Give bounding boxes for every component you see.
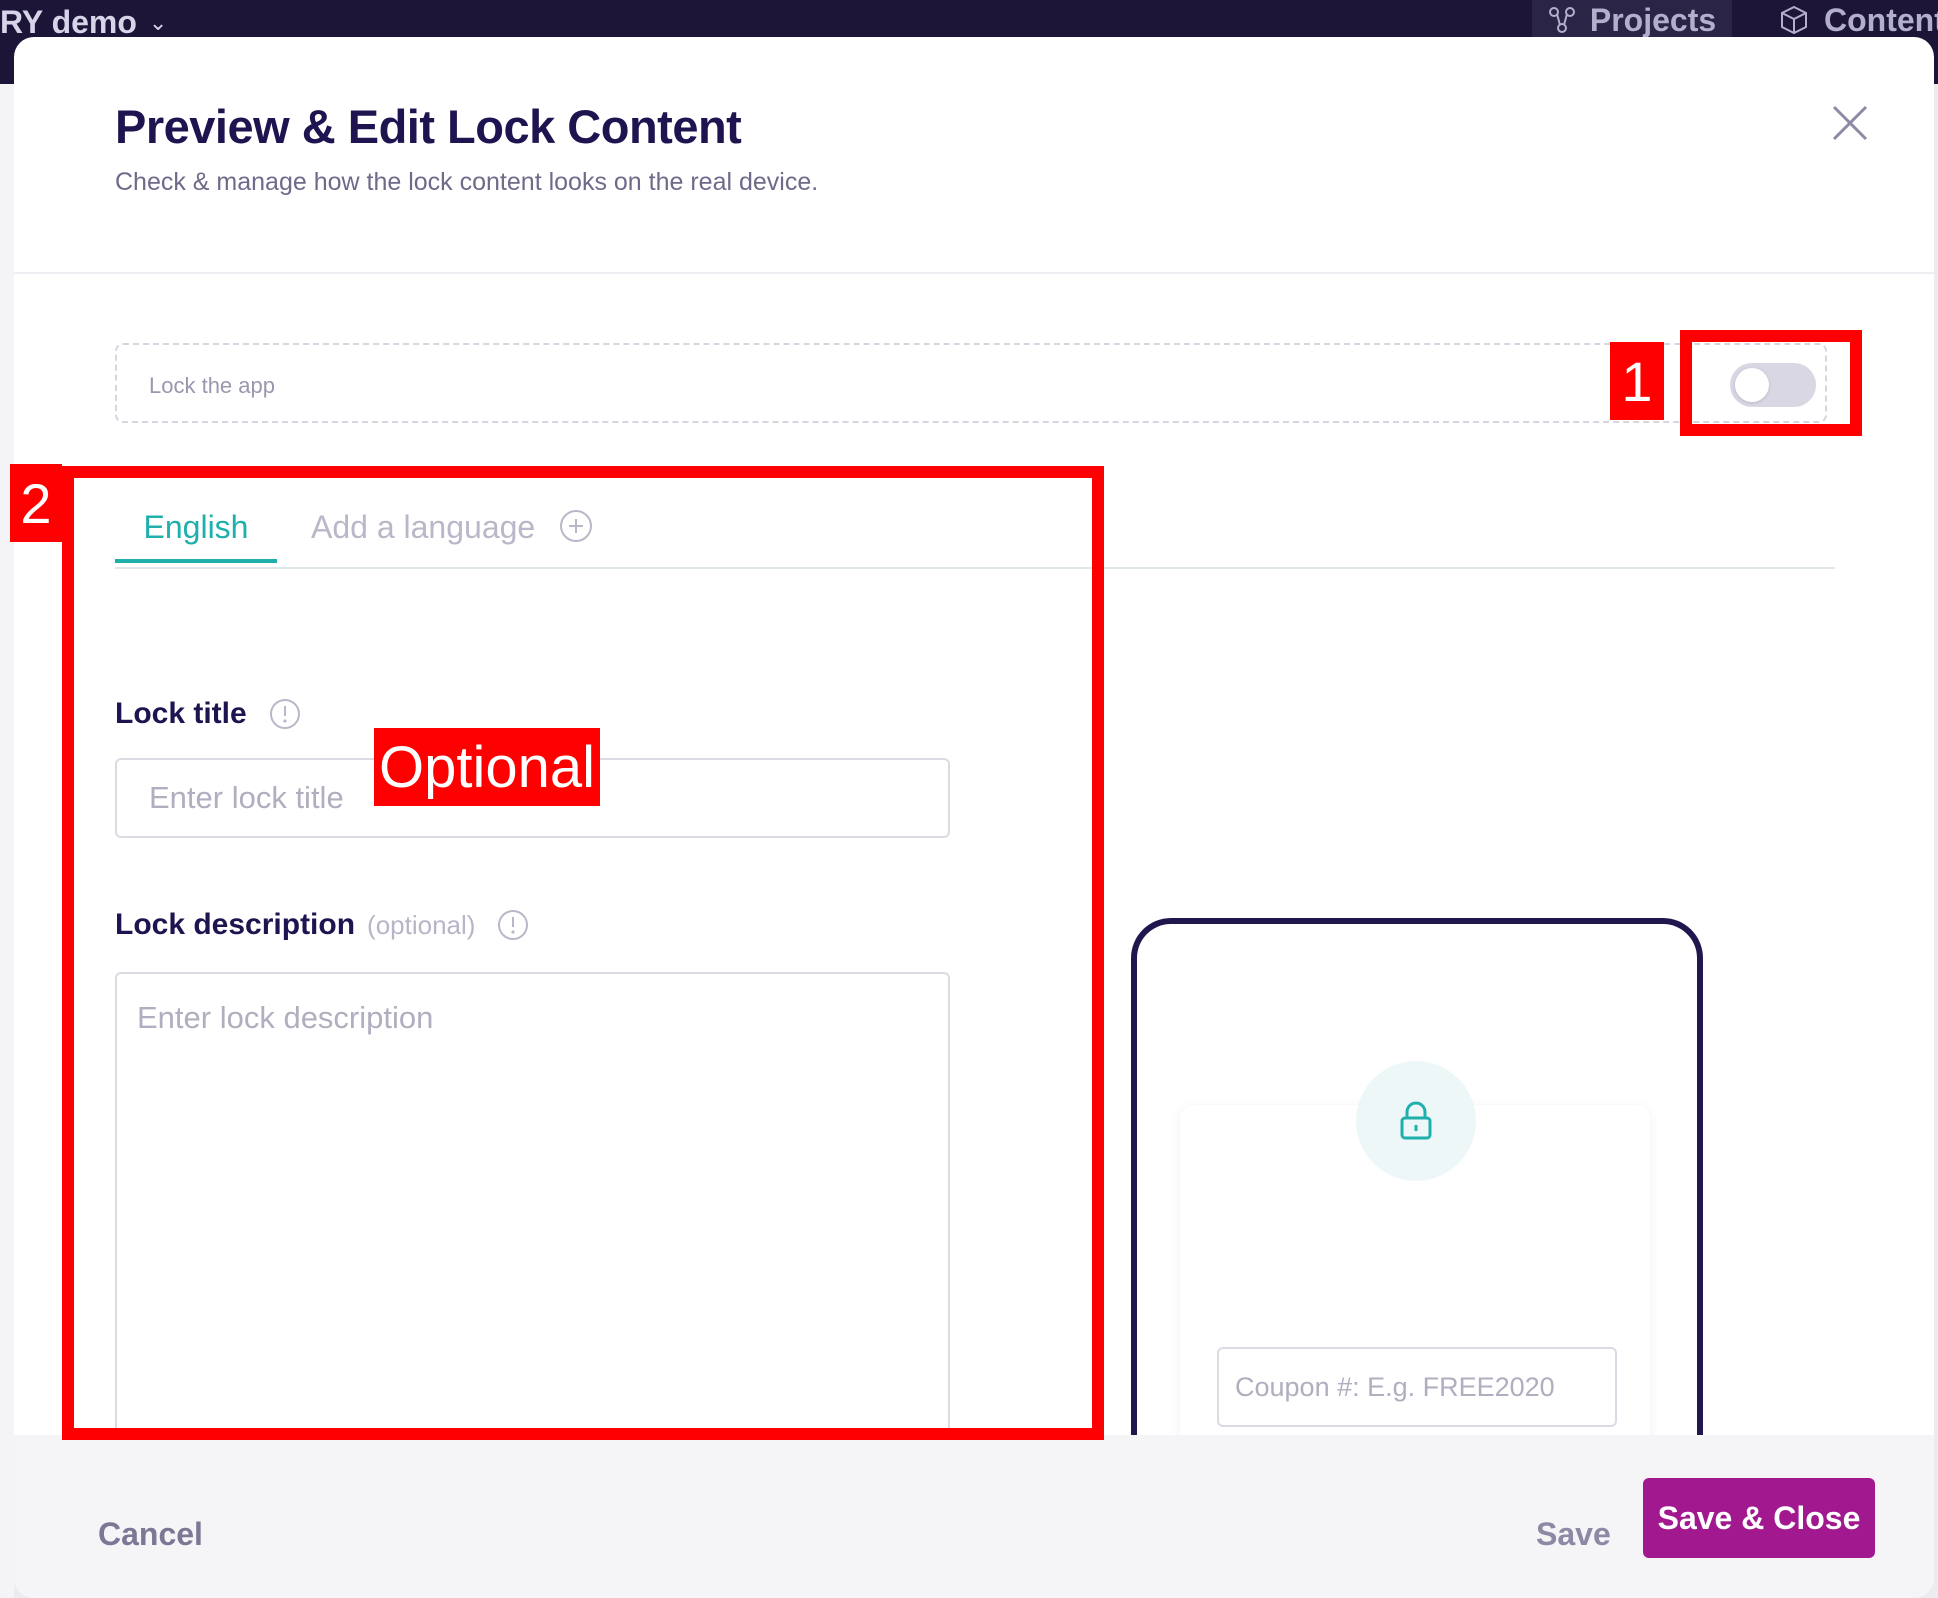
nav-content[interactable]: Content [1778,0,1938,40]
workspace-switcher[interactable]: RY demo ⌄ [0,4,167,41]
nav-projects[interactable]: Projects [1532,0,1732,40]
lock-title-label: Lock title [115,697,301,731]
lock-app-row: Lock the app [115,343,1827,423]
cancel-button[interactable]: Cancel [98,1516,203,1553]
background-page [0,84,14,1598]
coupon-input[interactable] [1217,1347,1617,1427]
header-divider [14,272,1934,274]
save-button[interactable]: Save [1536,1516,1611,1553]
add-language-label: Add a language [311,509,536,545]
lock-content-modal: Preview & Edit Lock Content Check & mana… [14,37,1934,1598]
tab-add-language[interactable]: Add a language [311,507,593,567]
language-tabs: English Add a language [115,507,1835,569]
save-and-close-button[interactable]: Save & Close [1643,1478,1875,1558]
lock-app-label: Lock the app [149,373,275,398]
lock-description-label: Lock description (optional) [115,908,529,942]
optional-tag: (optional) [367,909,476,940]
plus-circle-icon [560,510,593,542]
info-icon[interactable] [269,698,301,730]
lock-description-label-text: Lock description [115,908,356,941]
tab-english[interactable]: English [115,507,277,563]
lock-icon-circle [1356,1061,1476,1181]
annotation-badge-2: 2 [10,464,62,542]
info-icon[interactable] [497,909,529,941]
annotation-badge-optional: Optional [374,728,600,806]
lock-description-input[interactable] [115,972,950,1472]
chevron-down-icon: ⌄ [148,9,168,35]
modal-subtitle: Check & manage how the lock content look… [115,168,819,196]
toggle-knob [1735,368,1769,402]
lock-icon [1400,1101,1432,1140]
nav-projects-label: Projects [1589,1,1717,38]
nav-content-label: Content [1824,1,1938,38]
annotation-badge-1: 1 [1610,342,1664,420]
lock-app-toggle[interactable] [1730,363,1816,407]
box-icon [1781,5,1807,35]
projects-icon [1548,7,1575,33]
workspace-name: RY demo [0,4,137,40]
close-icon[interactable] [1826,99,1874,147]
lock-title-label-text: Lock title [115,697,247,730]
modal-title: Preview & Edit Lock Content [115,100,742,153]
